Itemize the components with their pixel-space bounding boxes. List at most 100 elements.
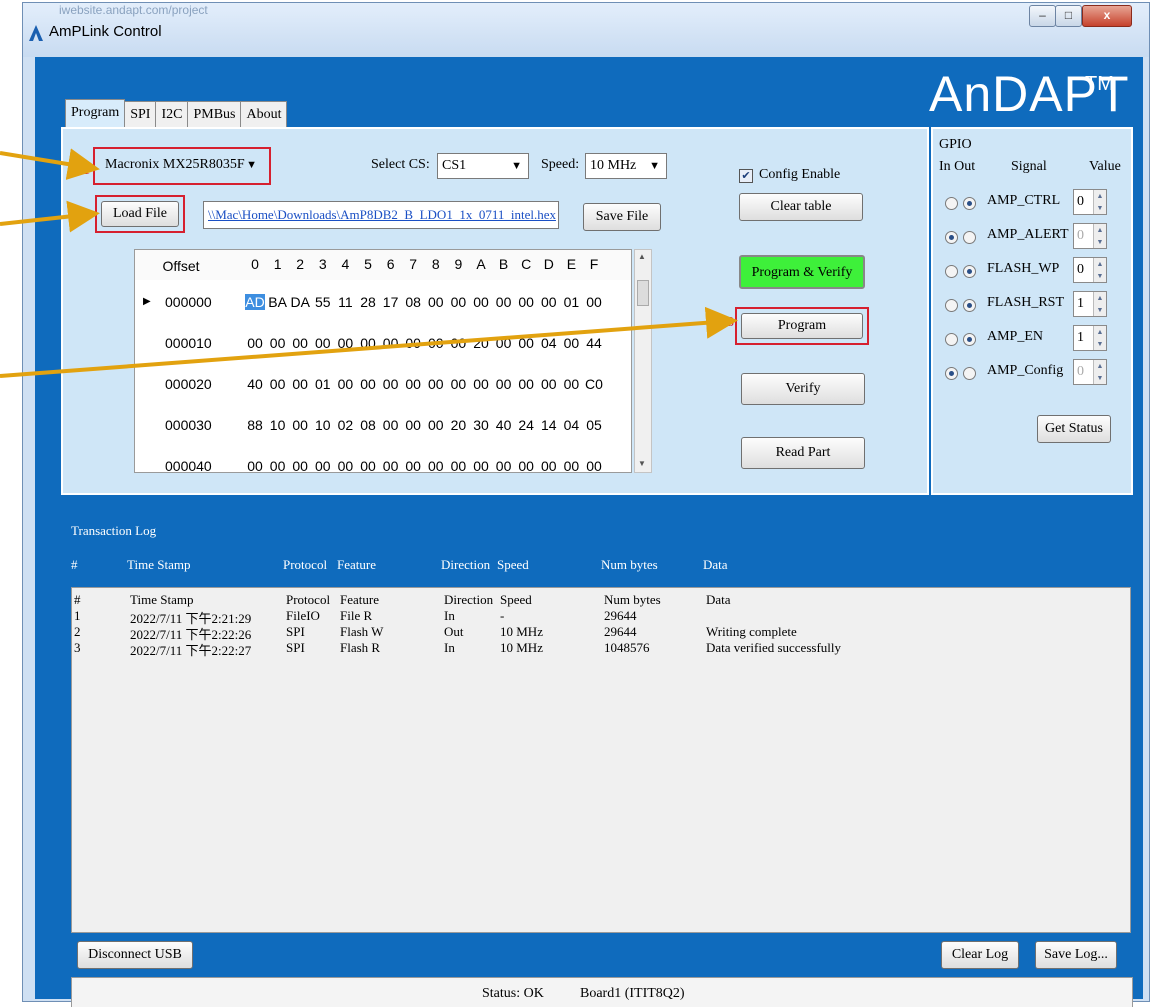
gpio-value-stepper[interactable]: 0 ▲ ▼: [1073, 257, 1107, 283]
hex-cell[interactable]: 05: [584, 417, 604, 433]
hex-cell[interactable]: 20: [471, 335, 491, 351]
hex-cell[interactable]: 00: [381, 417, 401, 433]
stepper-arrows-icon[interactable]: ▲ ▼: [1093, 326, 1106, 350]
hex-cell[interactable]: 00: [290, 335, 310, 351]
tab-pmbus[interactable]: PMBus: [187, 101, 242, 127]
hex-cell[interactable]: 00: [516, 376, 536, 392]
log-row[interactable]: 3 2022/7/11 下午2:22:27 SPI Flash R In 10 MHz 10…: [72, 640, 1130, 658]
hex-cell[interactable]: 02: [335, 417, 355, 433]
hex-cell[interactable]: 00: [245, 335, 265, 351]
hex-grid-scrollbar[interactable]: ▲ ▼: [634, 249, 652, 473]
hex-cell[interactable]: AD: [245, 294, 265, 310]
hex-cell[interactable]: 00: [268, 335, 288, 351]
scroll-up-icon[interactable]: ▲: [638, 252, 646, 261]
get-status-button[interactable]: Get Status: [1037, 415, 1111, 443]
tab-program[interactable]: Program: [65, 99, 126, 127]
hex-cell[interactable]: 00: [448, 376, 468, 392]
speed-select[interactable]: 10 MHz ▼: [585, 153, 667, 179]
hex-cell[interactable]: 00: [403, 376, 423, 392]
gpio-value-stepper[interactable]: 1 ▲ ▼: [1073, 325, 1107, 351]
hex-cell[interactable]: 00: [426, 376, 446, 392]
stepper-arrows-icon[interactable]: ▲ ▼: [1093, 190, 1106, 214]
hex-cell[interactable]: 00: [426, 335, 446, 351]
scroll-down-icon[interactable]: ▼: [638, 459, 646, 468]
close-button[interactable]: x: [1082, 5, 1132, 27]
hex-cell[interactable]: 00: [471, 458, 491, 472]
hex-cell[interactable]: 00: [494, 335, 514, 351]
log-row[interactable]: # Time Stamp Protocol Feature Direction Speed…: [72, 592, 1130, 608]
stepper-arrows-icon[interactable]: ▲ ▼: [1093, 258, 1106, 282]
hex-cell[interactable]: BA: [268, 294, 288, 310]
hex-cell[interactable]: 40: [494, 417, 514, 433]
stepper-arrows-icon[interactable]: ▲ ▼: [1093, 292, 1106, 316]
hex-cell[interactable]: 00: [403, 335, 423, 351]
hex-cell[interactable]: 00: [268, 376, 288, 392]
hex-cell[interactable]: 00: [539, 294, 559, 310]
hex-cell[interactable]: 00: [245, 458, 265, 472]
hex-cell[interactable]: 00: [290, 376, 310, 392]
cs-select[interactable]: CS1 ▼: [437, 153, 529, 179]
gpio-value-stepper[interactable]: 1 ▲ ▼: [1073, 291, 1107, 317]
scroll-thumb[interactable]: [637, 280, 649, 306]
gpio-value-stepper[interactable]: 0 ▲ ▼: [1073, 189, 1107, 215]
hex-cell[interactable]: 00: [381, 376, 401, 392]
gpio-in-radio[interactable]: [945, 197, 958, 210]
hex-cell[interactable]: 01: [313, 376, 333, 392]
hex-cell[interactable]: 10: [313, 417, 333, 433]
hex-cell[interactable]: 00: [335, 376, 355, 392]
save-file-button[interactable]: Save File: [583, 203, 661, 231]
hex-cell[interactable]: 00: [403, 417, 423, 433]
minimize-button[interactable]: –: [1029, 5, 1056, 27]
read-part-button[interactable]: Read Part: [741, 437, 865, 469]
hex-cell[interactable]: 88: [245, 417, 265, 433]
hex-cell[interactable]: 00: [381, 458, 401, 472]
hex-cell[interactable]: 00: [358, 335, 378, 351]
hex-cell[interactable]: 00: [358, 376, 378, 392]
hex-cell[interactable]: 00: [426, 417, 446, 433]
file-path-field[interactable]: \\Mac\Home\Downloads\AmP8DB2_B_LDO1_1x_0…: [203, 201, 559, 229]
verify-button[interactable]: Verify: [741, 373, 865, 405]
stepper-arrows-icon[interactable]: ▲ ▼: [1093, 360, 1106, 384]
tab-i2c[interactable]: I2C: [155, 101, 189, 127]
hex-cell[interactable]: 00: [584, 458, 604, 472]
load-file-button[interactable]: Load File: [101, 201, 179, 227]
hex-cell[interactable]: 11: [335, 294, 355, 310]
hex-cell[interactable]: 00: [584, 294, 604, 310]
disconnect-usb-button[interactable]: Disconnect USB: [77, 941, 193, 969]
hex-cell[interactable]: 30: [471, 417, 491, 433]
hex-cell[interactable]: 17: [381, 294, 401, 310]
hex-cell[interactable]: 00: [516, 294, 536, 310]
hex-cell[interactable]: 00: [494, 458, 514, 472]
gpio-out-radio[interactable]: [963, 367, 976, 380]
transaction-log-list[interactable]: # Time Stamp Protocol Feature Direction Speed…: [71, 587, 1131, 933]
hex-cell[interactable]: 04: [561, 417, 581, 433]
hex-cell[interactable]: 00: [335, 458, 355, 472]
hex-cell[interactable]: 00: [561, 376, 581, 392]
gpio-in-radio[interactable]: [945, 367, 958, 380]
hex-cell[interactable]: 55: [313, 294, 333, 310]
hex-cell[interactable]: 00: [494, 376, 514, 392]
device-select[interactable]: Macronix MX25R8035F ▼: [101, 153, 263, 179]
hex-cell[interactable]: 00: [471, 376, 491, 392]
clear-log-button[interactable]: Clear Log: [941, 941, 1019, 969]
gpio-out-radio[interactable]: [963, 265, 976, 278]
hex-cell[interactable]: 00: [335, 335, 355, 351]
gpio-out-radio[interactable]: [963, 231, 976, 244]
hex-cell[interactable]: 00: [516, 458, 536, 472]
hex-cell[interactable]: 08: [403, 294, 423, 310]
save-log-button[interactable]: Save Log...: [1035, 941, 1117, 969]
hex-cell[interactable]: C0: [584, 376, 604, 392]
hex-grid[interactable]: Offset 0123456789ABCDEF ▶ 000000 AD BA DA 55 1…: [134, 249, 632, 473]
hex-cell[interactable]: 00: [561, 335, 581, 351]
hex-cell[interactable]: 00: [539, 376, 559, 392]
hex-cell[interactable]: 14: [539, 417, 559, 433]
hex-cell[interactable]: 44: [584, 335, 604, 351]
clear-table-button[interactable]: Clear table: [739, 193, 863, 221]
hex-row[interactable]: 000040 00 00 00 00 00 00 00 00 00 00 00 00 00 00 00 00: [135, 446, 631, 472]
log-row[interactable]: 2 2022/7/11 下午2:22:26 SPI Flash W Out 10 MHz 2…: [72, 624, 1130, 642]
hex-row[interactable]: 000030 88 10 00 10 02 08 00 00 00 20 30 40 24 14 04 05: [135, 405, 631, 446]
hex-cell[interactable]: 28: [358, 294, 378, 310]
hex-cell[interactable]: 00: [561, 458, 581, 472]
hex-cell[interactable]: 01: [561, 294, 581, 310]
hex-row[interactable]: ▶ 000000 AD BA DA 55 11 28 17 08 00 00 00 00 00 00 01 00: [135, 282, 631, 323]
